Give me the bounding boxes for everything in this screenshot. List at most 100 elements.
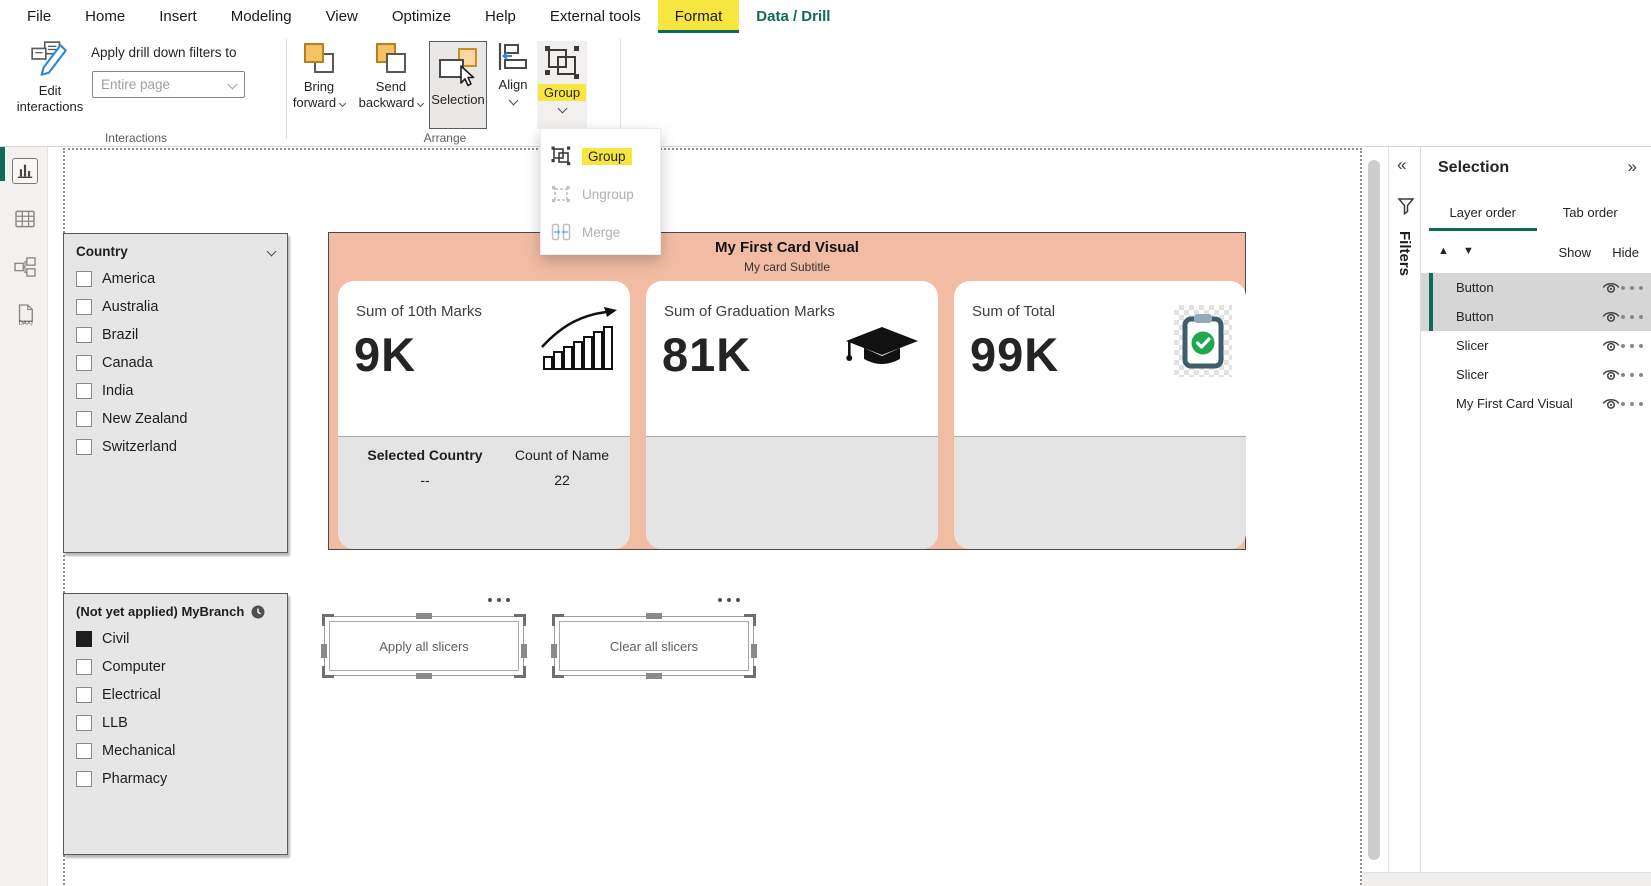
slicer-option-new-zealand[interactable]: New Zealand	[76, 405, 275, 433]
checkbox[interactable]	[76, 715, 92, 731]
edit-interactions-button[interactable]: Editinteractions	[14, 41, 86, 115]
menu-format-active[interactable]: Format	[658, 0, 740, 33]
slicer-option-llb[interactable]: LLB	[76, 709, 275, 737]
menu-help[interactable]: Help	[468, 0, 533, 33]
selection-handle[interactable]	[514, 614, 526, 626]
branch-slicer[interactable]: (Not yet applied) MyBranch Civil Compute…	[63, 593, 288, 855]
selection-handle[interactable]	[321, 644, 327, 658]
selection-handle[interactable]	[514, 666, 526, 678]
report-canvas[interactable]: Country America Australia Brazil Canada …	[48, 147, 1362, 886]
bring-forward-button[interactable]: Bringforward	[290, 41, 348, 111]
more-options-icon[interactable]	[1621, 315, 1643, 319]
selection-handle[interactable]	[322, 614, 334, 626]
selection-handle[interactable]	[551, 644, 557, 658]
slicer-option-brazil[interactable]: Brazil	[76, 321, 275, 349]
menu-file[interactable]: File	[10, 0, 68, 33]
menu-optimize[interactable]: Optimize	[375, 0, 468, 33]
selection-pane-button[interactable]: Selection	[429, 41, 487, 129]
slicer-option-civil[interactable]: Civil	[76, 625, 275, 653]
card-10th-marks[interactable]: Sum of 10th Marks 9K Selected Country	[338, 281, 630, 549]
visibility-eye-icon[interactable]	[1601, 396, 1621, 411]
selection-handle[interactable]	[744, 614, 756, 626]
card-graduation-marks[interactable]: Sum of Graduation Marks 81K	[646, 281, 938, 549]
hide-all-button[interactable]: Hide	[1612, 245, 1639, 260]
slicer-option-switzerland[interactable]: Switzerland	[76, 433, 275, 461]
layer-row-button-1[interactable]: Button	[1421, 273, 1651, 302]
more-options-icon[interactable]	[1621, 373, 1643, 377]
layer-row-slicer-2[interactable]: Slicer	[1421, 360, 1651, 389]
more-options-icon[interactable]	[1621, 344, 1643, 348]
menu-modeling[interactable]: Modeling	[214, 0, 309, 33]
selection-handle[interactable]	[552, 614, 564, 626]
expand-filters-icon[interactable]: «	[1397, 155, 1406, 175]
card-visual[interactable]: My First Card Visual My card Subtitle Su…	[328, 232, 1246, 550]
checkbox[interactable]	[76, 743, 92, 759]
visibility-eye-icon[interactable]	[1601, 338, 1621, 353]
slicer-option-electrical[interactable]: Electrical	[76, 681, 275, 709]
more-options-icon[interactable]	[1621, 402, 1643, 406]
checkbox[interactable]	[76, 411, 92, 427]
tab-layer-order[interactable]: Layer order	[1429, 199, 1537, 229]
chevron-down-icon[interactable]	[267, 247, 277, 257]
selection-handle[interactable]	[416, 673, 432, 679]
table-view-button[interactable]	[12, 206, 38, 232]
menu-home[interactable]: Home	[68, 0, 142, 33]
menu-view[interactable]: View	[309, 0, 375, 33]
selection-handle[interactable]	[322, 666, 334, 678]
checkbox[interactable]	[76, 659, 92, 675]
slicer-option-america[interactable]: America	[76, 265, 275, 293]
selection-handle[interactable]	[552, 666, 564, 678]
checkbox-checked[interactable]	[76, 631, 92, 647]
report-view-button[interactable]	[12, 158, 38, 184]
checkbox[interactable]	[76, 299, 92, 315]
menu-external-tools[interactable]: External tools	[533, 0, 658, 33]
country-slicer[interactable]: Country America Australia Brazil Canada …	[63, 233, 288, 553]
send-backward-button[interactable]: Sendbackward	[356, 41, 426, 111]
slicer-option-computer[interactable]: Computer	[76, 653, 275, 681]
dax-query-view-button[interactable]: DAX)	[12, 302, 38, 328]
move-layer-down-button[interactable]: ▼	[1463, 245, 1474, 257]
checkbox[interactable]	[76, 383, 92, 399]
checkbox[interactable]	[76, 271, 92, 287]
checkbox[interactable]	[76, 439, 92, 455]
selection-handle[interactable]	[416, 613, 432, 619]
filters-panel-collapsed[interactable]: « Filters	[1388, 147, 1421, 886]
more-options-icon[interactable]	[718, 598, 740, 602]
checkbox[interactable]	[76, 687, 92, 703]
checkbox[interactable]	[76, 355, 92, 371]
more-options-icon[interactable]	[488, 598, 510, 602]
menu-item-group[interactable]: Group	[541, 137, 660, 175]
menu-data-drill[interactable]: Data / Drill	[739, 0, 847, 33]
slicer-option-pharmacy[interactable]: Pharmacy	[76, 765, 275, 793]
collapse-selection-pane-icon[interactable]: »	[1628, 157, 1637, 177]
checkbox[interactable]	[76, 771, 92, 787]
clear-all-slicers-button[interactable]: Clear all slicers	[559, 621, 749, 671]
layer-row-slicer-1[interactable]: Slicer	[1421, 331, 1651, 360]
slicer-option-mechanical[interactable]: Mechanical	[76, 737, 275, 765]
visibility-eye-icon[interactable]	[1601, 309, 1621, 324]
selection-handle[interactable]	[646, 613, 662, 619]
slicer-option-india[interactable]: India	[76, 377, 275, 405]
layer-row-card-visual[interactable]: My First Card Visual	[1421, 389, 1651, 418]
visibility-eye-icon[interactable]	[1601, 280, 1621, 295]
selection-handle[interactable]	[751, 644, 757, 658]
align-button[interactable]: Align	[492, 41, 534, 104]
selection-handle[interactable]	[744, 666, 756, 678]
slicer-option-canada[interactable]: Canada	[76, 349, 275, 377]
more-options-icon[interactable]	[1621, 286, 1643, 290]
drill-scope-select[interactable]: Entire page	[92, 71, 245, 98]
vertical-scrollbar[interactable]	[1368, 160, 1380, 860]
visibility-eye-icon[interactable]	[1601, 367, 1621, 382]
model-view-button[interactable]	[12, 254, 38, 280]
layer-row-button-2[interactable]: Button	[1421, 302, 1651, 331]
selection-handle[interactable]	[521, 644, 527, 658]
slicer-option-australia[interactable]: Australia	[76, 293, 275, 321]
tab-tab-order[interactable]: Tab order	[1537, 199, 1645, 229]
apply-all-slicers-button[interactable]: Apply all slicers	[329, 621, 519, 671]
selection-handle[interactable]	[646, 673, 662, 679]
move-layer-up-button[interactable]: ▲	[1438, 245, 1449, 257]
card-total[interactable]: Sum of Total 99K	[954, 281, 1246, 549]
checkbox[interactable]	[76, 327, 92, 343]
menu-insert[interactable]: Insert	[142, 0, 214, 33]
show-all-button[interactable]: Show	[1558, 245, 1591, 260]
